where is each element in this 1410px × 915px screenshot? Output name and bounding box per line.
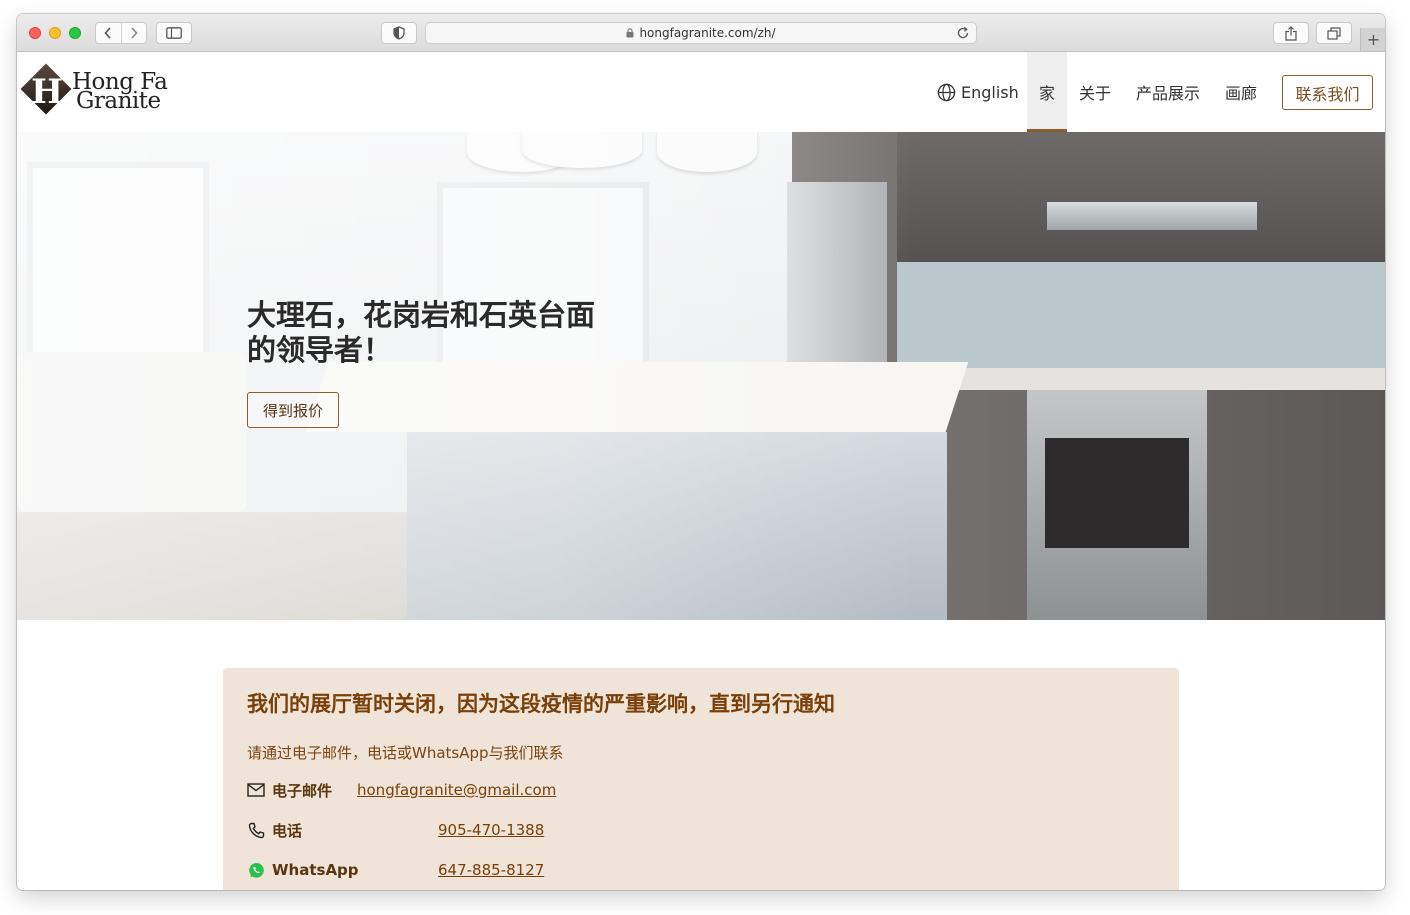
whatsapp-icon [247, 861, 265, 879]
email-label: 电子邮件 [272, 781, 333, 800]
minimize-window-button[interactable] [49, 27, 61, 39]
hero-banner: 大理石，花岗岩和石英台面 的领导者！ 得到报价 [17, 132, 1385, 620]
shield-icon [393, 26, 405, 40]
chevron-left-icon [104, 27, 111, 39]
email-link[interactable]: hongfagranite@gmail.com [357, 781, 556, 799]
nav-about-label: 关于 [1079, 84, 1112, 103]
tab-overview-button[interactable] [1316, 22, 1352, 44]
nav-gallery[interactable]: 画廊 [1225, 52, 1257, 132]
contact-us-button[interactable]: 联系我们 [1282, 75, 1373, 110]
notice-title: 我们的展厅暂时关闭，因为这段疫情的严重影响，直到另行通知 [247, 692, 835, 716]
new-tab-button[interactable]: + [1360, 28, 1385, 51]
share-icon [1285, 25, 1297, 41]
privacy-report-button[interactable] [381, 22, 417, 44]
language-switcher[interactable]: English [937, 80, 1019, 104]
nav-home-label: 家 [1038, 84, 1055, 103]
phone-label: 电话 [272, 821, 303, 840]
history-nav [95, 22, 147, 44]
nav-about[interactable]: 关于 [1079, 52, 1111, 132]
browser-toolbar: hongfagranite.com/zh/ + [17, 14, 1385, 52]
hero-title-line1: 大理石，花岗岩和石英台面 [247, 298, 596, 332]
sidebar-toggle-button[interactable] [156, 22, 192, 44]
share-button[interactable] [1273, 22, 1309, 44]
site-header: H Hong Fa Granite English 家 关于 产品展示 画廊 联… [17, 52, 1385, 132]
nav-gallery-label: 画廊 [1225, 84, 1258, 103]
mail-icon [247, 781, 265, 799]
browser-window: hongfagranite.com/zh/ + H Hong Fa Granit… [17, 14, 1385, 890]
site-logo[interactable]: H Hong Fa Granite [20, 63, 182, 117]
logo-text-line2: Granite [76, 88, 161, 114]
forward-button[interactable] [122, 23, 147, 43]
nav-products[interactable]: 产品展示 [1136, 52, 1200, 132]
nav-home[interactable]: 家 [1027, 52, 1067, 132]
back-button[interactable] [96, 23, 121, 43]
hero-title: 大理石，花岗岩和石英台面 的领导者！ [247, 298, 667, 368]
nav-products-label: 产品展示 [1136, 84, 1201, 103]
contact-row-whatsapp: WhatsApp 647-885-8127 [247, 860, 544, 880]
sidebar-icon [166, 27, 182, 39]
url-text: hongfagranite.com/zh/ [639, 26, 776, 40]
phone-link[interactable]: 905-470-1388 [438, 821, 544, 839]
plus-icon: + [1366, 30, 1381, 49]
reload-icon[interactable] [956, 26, 970, 40]
language-label: English [961, 82, 1019, 102]
notice-subtitle: 请通过电子邮件，电话或WhatsApp与我们联系 [247, 744, 564, 762]
globe-icon [937, 83, 956, 101]
whatsapp-link[interactable]: 647-885-8127 [438, 861, 544, 879]
phone-icon [247, 821, 265, 839]
close-window-button[interactable] [29, 27, 41, 39]
zoom-window-button[interactable] [69, 27, 81, 39]
logo-mark: H [30, 72, 64, 112]
tabs-icon [1327, 26, 1341, 40]
hero-title-line2: 的领导者！ [247, 333, 393, 367]
address-bar[interactable]: hongfagranite.com/zh/ [425, 22, 977, 44]
get-quote-button[interactable]: 得到报价 [247, 392, 339, 428]
lock-icon [626, 28, 634, 38]
closure-notice: 我们的展厅暂时关闭，因为这段疫情的严重影响，直到另行通知 请通过电子邮件，电话或… [223, 668, 1179, 890]
whatsapp-label: WhatsApp [272, 861, 359, 879]
contact-row-email: 电子邮件 hongfagranite@gmail.com [247, 780, 556, 800]
chevron-right-icon [131, 27, 138, 39]
contact-row-phone: 电话 905-470-1388 [247, 820, 544, 840]
